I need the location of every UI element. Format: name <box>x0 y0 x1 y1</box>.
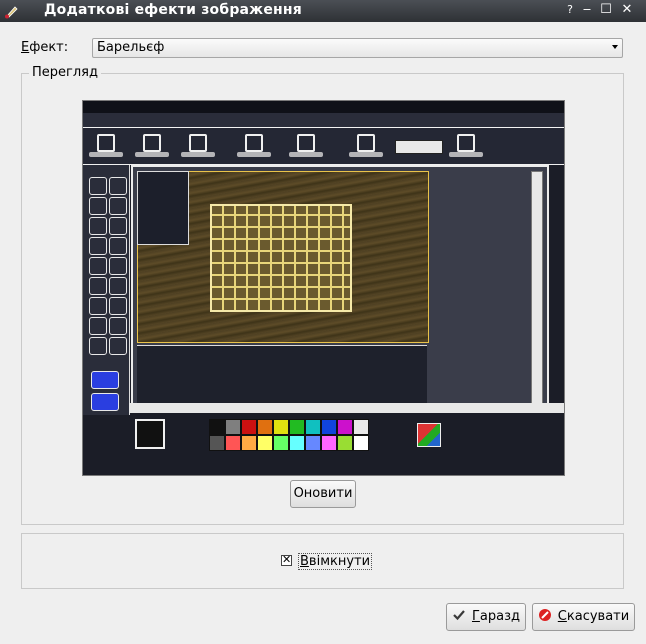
preview-zoom-field <box>395 140 443 154</box>
preview-tool <box>91 393 119 411</box>
preview-tool <box>109 317 127 335</box>
preview-tool <box>89 217 107 235</box>
title-bar[interactable]: Додаткові ефекти зображення ? ‒ ☐ ✕ <box>0 0 646 22</box>
preview-palette-swatch <box>257 435 273 451</box>
enable-label[interactable]: Ввімкнути <box>298 553 373 570</box>
preview-bottom-panel <box>137 345 427 404</box>
preview-color-cube <box>417 423 441 447</box>
preview-tool <box>89 257 107 275</box>
enable-checkbox[interactable]: ✕ <box>281 553 292 566</box>
preview-palette-swatch <box>273 435 289 451</box>
ok-button[interactable]: Гаразд <box>446 603 526 631</box>
preview-toolbar-item <box>237 132 271 160</box>
chevron-down-icon <box>612 45 618 49</box>
refresh-button[interactable]: Оновити <box>290 480 356 508</box>
close-button[interactable]: ✕ <box>619 2 635 18</box>
preview-palette-swatch <box>289 419 305 435</box>
cancel-button[interactable]: Скасувати <box>532 603 635 631</box>
check-mark-icon: ✕ <box>282 553 292 566</box>
preview-scrollbar <box>531 171 543 405</box>
preview-tool <box>109 257 127 275</box>
preview-palette-swatch <box>353 419 369 435</box>
preview-tool <box>109 237 127 255</box>
preview-palette <box>209 419 379 453</box>
preview-tool <box>109 297 127 315</box>
cancel-icon <box>538 609 551 621</box>
preview-layers-panel <box>137 171 189 245</box>
preview-palette-swatch <box>337 419 353 435</box>
preview-menubar <box>83 113 564 128</box>
effect-select[interactable]: Барельєф <box>92 38 623 58</box>
preview-tool <box>89 237 107 255</box>
preview-toolbar-item <box>181 132 215 160</box>
preview-palette-swatch <box>225 419 241 435</box>
paint-brush-icon <box>5 6 18 19</box>
preview-tool <box>89 277 107 295</box>
preview-group-label: Перегляд <box>29 65 101 80</box>
preview-toolbar-item <box>349 132 383 160</box>
preview-tool <box>89 317 107 335</box>
preview-palette-swatch <box>321 435 337 451</box>
preview-tool <box>109 177 127 195</box>
preview-tool <box>109 217 127 235</box>
preview-color-swatch <box>135 419 165 449</box>
preview-palette-swatch <box>241 435 257 451</box>
preview-tool <box>89 337 107 355</box>
preview-palette-swatch <box>305 435 321 451</box>
preview-palette-swatch <box>337 435 353 451</box>
effect-label: Ефект: <box>21 40 69 55</box>
preview-toolbar-item <box>289 132 323 160</box>
preview-palette-swatch <box>289 435 305 451</box>
preview-toolbar-item <box>449 132 483 160</box>
preview-tool <box>109 277 127 295</box>
help-button[interactable]: ? <box>562 2 578 18</box>
preview-footer <box>83 459 564 473</box>
minimize-button[interactable]: ‒ <box>579 2 595 18</box>
preview-tool <box>109 197 127 215</box>
preview-tool <box>89 297 107 315</box>
preview-grid <box>210 204 352 312</box>
preview-tool <box>91 371 119 389</box>
preview-palette-swatch <box>321 419 337 435</box>
preview-toolbar-item <box>89 132 123 160</box>
preview-palette-swatch <box>241 419 257 435</box>
preview-palette-swatch <box>209 419 225 435</box>
preview-toolbar-item <box>135 132 169 160</box>
preview-tool <box>89 177 107 195</box>
preview-palette-swatch <box>257 419 273 435</box>
window-title: Додаткові ефекти зображення <box>44 2 302 18</box>
preview-toolbox <box>83 165 130 415</box>
preview-image <box>82 100 565 476</box>
preview-canvas-area <box>131 165 549 411</box>
preview-toolbar <box>83 128 564 165</box>
preview-palette-swatch <box>273 419 289 435</box>
preview-palette-swatch <box>209 435 225 451</box>
preview-palette-swatch <box>353 435 369 451</box>
preview-palette-swatch <box>225 435 241 451</box>
preview-status-bar <box>129 403 564 413</box>
preview-tool <box>109 337 127 355</box>
effect-select-value: Барельєф <box>97 40 165 55</box>
checkmark-icon <box>453 610 465 621</box>
maximize-button[interactable]: ☐ <box>598 2 614 18</box>
preview-tool <box>89 197 107 215</box>
preview-palette-swatch <box>305 419 321 435</box>
